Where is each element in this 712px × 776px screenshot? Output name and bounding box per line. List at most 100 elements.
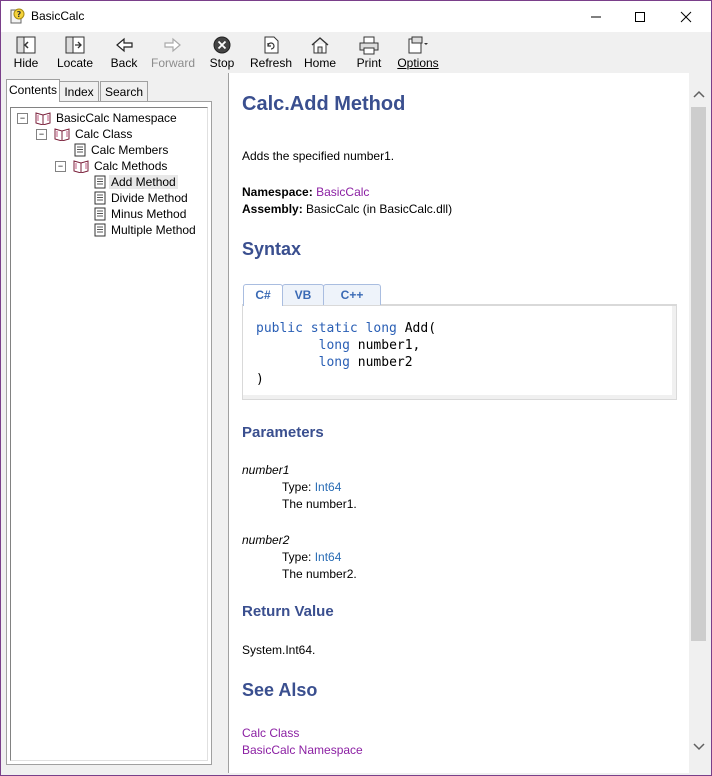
namespace-line: Namespace: BasicCalc [242,185,369,199]
tree-label: Divide Method [111,191,188,205]
tab-cpp-label: C++ [340,288,364,302]
code-block: public static long Add( long number1, lo… [242,304,677,400]
tree-label: Add Method [109,175,178,189]
tree-node-calc-methods[interactable]: − Calc Methods [55,158,169,174]
minimize-icon [591,16,601,17]
param-type-line: Type: Int64 [282,480,341,494]
maximize-icon [635,11,645,22]
assembly-value: BasicCalc (in BasicCalc.dll) [306,202,453,216]
book-icon [73,160,89,173]
param-type-line: Type: Int64 [282,550,341,564]
stop-label: Stop [209,56,235,70]
locate-button[interactable]: Locate [57,35,93,71]
tab-index[interactable]: Index [59,81,99,102]
tree-label: Multiple Method [111,223,196,237]
page-icon [94,175,106,189]
param-type-link[interactable]: Int64 [315,550,342,564]
tab-search-label: Search [104,85,144,99]
param-type-link[interactable]: Int64 [315,480,342,494]
forward-button[interactable]: Forward [151,35,195,71]
parameters-heading: Parameters [242,424,324,441]
tree-node-calc-class[interactable]: − Calc Class [36,126,134,142]
back-label: Back [110,56,138,70]
tab-contents-label: Contents [8,83,58,97]
collapse-toggle-icon[interactable]: − [55,161,66,172]
hide-label: Hide [13,56,39,70]
tab-search[interactable]: Search [100,81,148,102]
tab-contents[interactable]: Contents [6,79,60,102]
tab-csharp[interactable]: C# [243,284,283,306]
return-value-heading: Return Value [242,603,334,620]
return-value-text: System.Int64. [242,643,316,657]
refresh-button[interactable]: Refresh [249,35,293,71]
collapse-toggle-icon[interactable]: − [36,129,47,140]
code-text-segment: Add( [396,321,437,336]
svg-text:?: ? [17,10,22,19]
back-arrow-icon [116,37,133,53]
param-type-label: Type: [282,550,315,564]
tree-node-add-method[interactable]: Add Method [94,174,178,190]
param-type-label: Type: [282,480,315,494]
options-button[interactable]: Options [397,35,439,71]
maximize-button[interactable] [617,1,663,32]
assembly-label: Assembly: [242,202,303,216]
refresh-label: Refresh [249,56,293,70]
hide-button[interactable]: Hide [11,35,41,71]
toolbar: Hide Locate Back Forward Stop Refresh Ho… [1,32,711,72]
namespace-label: Namespace: [242,185,313,199]
close-button[interactable] [663,1,709,32]
tree-node-basiccalc-namespace[interactable]: − BasicCalc Namespace [17,110,179,126]
see-also-heading: See Also [242,680,318,700]
back-button[interactable]: Back [109,35,139,71]
minimize-button[interactable] [573,1,619,32]
home-label: Home [303,56,336,70]
tree-node-divide-method[interactable]: Divide Method [94,190,190,206]
home-icon [311,37,329,54]
see-also-link-namespace[interactable]: BasicCalc Namespace [242,743,363,757]
scroll-down-icon[interactable] [693,742,705,752]
vertical-scrollbar[interactable] [689,73,709,773]
refresh-icon [264,36,279,54]
namespace-link[interactable]: BasicCalc [316,185,369,199]
home-button[interactable]: Home [303,35,337,71]
page-icon [94,191,106,205]
stop-icon [213,36,231,54]
scroll-up-icon[interactable] [693,89,705,99]
options-label: Options [397,56,439,70]
forward-arrow-icon [164,37,181,53]
print-label: Print [356,56,382,70]
tree-node-calc-members[interactable]: Calc Members [74,142,170,158]
tree-node-minus-method[interactable]: Minus Method [94,206,188,222]
tab-vb[interactable]: VB [282,284,324,305]
title-bar: ? BasicCalc [1,1,711,32]
tree-label: Calc Methods [94,159,168,173]
book-icon [35,112,51,125]
tab-csharp-label: C# [255,288,271,302]
code-text: public static long Add( long number1, lo… [256,320,436,388]
stop-button[interactable]: Stop [207,35,237,71]
help-window: ? BasicCalc Hide Locate Back Forward Sto… [0,0,712,776]
param-description: The number1. [282,497,357,511]
tree-label: Calc Members [91,143,169,157]
collapse-toggle-icon[interactable]: − [17,113,28,124]
page-icon [94,207,106,221]
code-keyword: long [318,355,350,370]
tree-label: Minus Method [111,207,187,221]
code-text-segment: number2 [349,355,413,370]
window-title: BasicCalc [31,9,85,23]
assembly-line: Assembly: BasicCalc (in BasicCalc.dll) [242,202,452,216]
page-icon [74,143,86,157]
see-also-link-calc-class[interactable]: Calc Class [242,726,299,740]
topic-pane: Calc.Add Method Adds the specified numbe… [228,73,690,773]
scroll-thumb[interactable] [691,107,706,641]
tree-node-multiple-method[interactable]: Multiple Method [94,222,198,238]
print-button[interactable]: Print [355,35,383,71]
param-name: number1 [242,463,290,477]
param-name: number2 [242,533,290,547]
hide-pane-icon [16,36,36,54]
code-keyword: public static long [256,321,397,336]
tab-vb-label: VB [294,288,312,302]
code-keyword: long [318,338,350,353]
tab-cpp[interactable]: C++ [323,284,381,305]
syntax-heading: Syntax [242,239,302,259]
